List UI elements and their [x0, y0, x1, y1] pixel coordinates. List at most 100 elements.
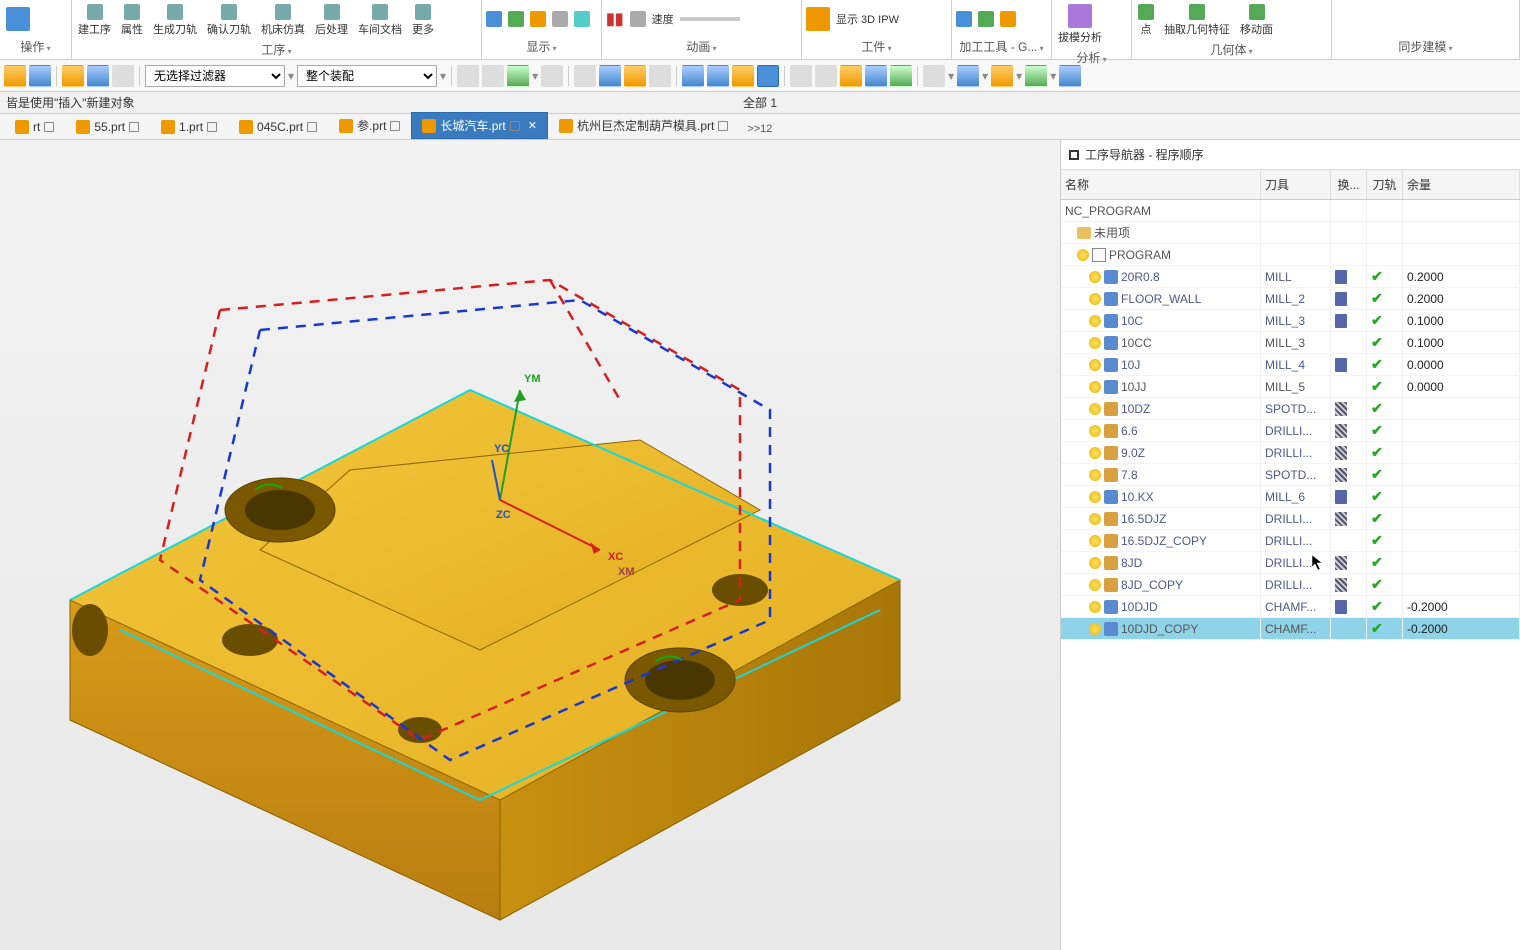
ribbon-group-analysis[interactable]: 分析 [1056, 47, 1127, 68]
file-tab[interactable]: 045C.prt [228, 115, 328, 139]
op-row[interactable]: 10.KXMILL_6✔ [1061, 486, 1520, 508]
display-icon[interactable] [552, 11, 568, 27]
tb-btn[interactable] [682, 65, 704, 87]
op-row[interactable]: 10DZSPOTD...✔ [1061, 398, 1520, 420]
speed-slider[interactable] [680, 17, 740, 21]
tool-name: SPOTD... [1265, 468, 1316, 482]
col-path[interactable]: 刀轨 [1367, 170, 1403, 199]
tb-btn[interactable] [707, 65, 729, 87]
tool-icon[interactable] [978, 11, 994, 27]
anim-icon[interactable] [630, 11, 646, 27]
op-row[interactable]: 16.5DJZDRILLI...✔ [1061, 508, 1520, 530]
tb-btn[interactable] [507, 65, 529, 87]
col-change[interactable]: 换... [1331, 170, 1367, 199]
tb-btn[interactable] [482, 65, 504, 87]
ribbon-group-display[interactable]: 显示 [486, 36, 597, 57]
op-row[interactable]: PROGRAM [1061, 244, 1520, 266]
tb-btn[interactable] [624, 65, 646, 87]
op-row[interactable]: 7.8SPOTD...✔ [1061, 464, 1520, 486]
tb-btn[interactable] [62, 65, 84, 87]
filter-select[interactable]: 无选择过滤器 [145, 65, 285, 87]
op-row[interactable]: 8JDDRILLI...✔ [1061, 552, 1520, 574]
ribbon-item[interactable]: 后处理 [313, 2, 350, 39]
ribbon-item[interactable]: 机床仿真 [259, 2, 307, 39]
tb-btn[interactable] [732, 65, 754, 87]
ribbon-item[interactable]: 确认刀轨 [205, 2, 253, 39]
display-icon[interactable] [508, 11, 524, 27]
display-icon[interactable] [530, 11, 546, 27]
op-row[interactable]: 10JJMILL_5✔0.0000 [1061, 376, 1520, 398]
file-tab[interactable]: rt [4, 115, 65, 139]
ribbon-item[interactable]: 点 [1136, 2, 1156, 39]
ribbon-item[interactable]: 生成刀轨 [151, 2, 199, 39]
display-icon[interactable] [574, 11, 590, 27]
ribbon-item[interactable] [4, 5, 32, 34]
tb-btn[interactable] [599, 65, 621, 87]
file-tab[interactable]: 1.prt [150, 115, 228, 139]
close-icon[interactable]: ✕ [528, 119, 537, 132]
tb-btn[interactable] [541, 65, 563, 87]
ribbon-item[interactable]: 属性 [119, 2, 145, 39]
tb-btn[interactable] [1025, 65, 1047, 87]
show-3d-ipw[interactable]: 显示 3D IPW [836, 11, 899, 27]
tabs-more[interactable]: >>12 [739, 119, 780, 139]
col-remain[interactable]: 余量 [1403, 170, 1520, 199]
op-row[interactable]: 9.0ZDRILLI...✔ [1061, 442, 1520, 464]
tool-icon[interactable] [956, 11, 972, 27]
draft-analysis[interactable]: 拔模分析 [1056, 2, 1104, 47]
col-tool[interactable]: 刀具 [1261, 170, 1331, 199]
ribbon-item[interactable]: 建工序 [76, 2, 113, 39]
tb-btn[interactable] [87, 65, 109, 87]
op-row[interactable]: NC_PROGRAM [1061, 200, 1520, 222]
pause-icon[interactable]: ▮▮ [606, 9, 624, 29]
file-tab[interactable]: 55.prt [65, 115, 150, 139]
ribbon-group-anim[interactable]: 动画 [606, 36, 797, 57]
op-row[interactable]: 10DJDCHAMF...✔-0.2000 [1061, 596, 1520, 618]
display-icon[interactable] [486, 11, 502, 27]
ribbon-group-camtools[interactable]: 加工工具 - G... [956, 36, 1047, 57]
ribbon-group-geom[interactable]: 几何体 [1136, 39, 1327, 60]
tb-btn[interactable] [790, 65, 812, 87]
tb-btn[interactable] [923, 65, 945, 87]
tb-btn[interactable] [957, 65, 979, 87]
tb-btn[interactable] [865, 65, 887, 87]
op-row[interactable]: 8JD_COPYDRILLI...✔ [1061, 574, 1520, 596]
file-tab[interactable]: 杭州巨杰定制葫芦模具.prt [548, 112, 739, 139]
ribbon-item[interactable]: 移动面 [1238, 2, 1275, 39]
tb-btn[interactable] [112, 65, 134, 87]
op-row[interactable]: 16.5DJZ_COPYDRILLI...✔ [1061, 530, 1520, 552]
op-row[interactable]: 20R0.8MILL✔0.2000 [1061, 266, 1520, 288]
tb-btn-active[interactable] [757, 65, 779, 87]
op-row[interactable]: 10CMILL_3✔0.1000 [1061, 310, 1520, 332]
file-tab[interactable]: 长城汽车.prt ✕ [411, 112, 548, 139]
ribbon-group-sync[interactable]: 同步建模 [1336, 36, 1515, 57]
tb-btn[interactable] [457, 65, 479, 87]
grid-body[interactable]: NC_PROGRAM未用项PROGRAM20R0.8MILL✔0.2000FLO… [1061, 200, 1520, 950]
scope-select[interactable]: 整个装配 [297, 65, 437, 87]
ribbon-item[interactable]: 抽取几何特征 [1162, 2, 1232, 39]
tb-btn[interactable] [574, 65, 596, 87]
col-name[interactable]: 名称 [1061, 170, 1261, 199]
tb-btn[interactable] [649, 65, 671, 87]
file-tab[interactable]: 参.prt [328, 112, 411, 139]
op-row[interactable]: FLOOR_WALLMILL_2✔0.2000 [1061, 288, 1520, 310]
ribbon-item[interactable]: 更多 [410, 2, 436, 39]
3d-viewport[interactable]: XC XM YM YC ZC [0, 140, 1060, 950]
tb-btn[interactable] [4, 65, 26, 87]
ribbon-group-process[interactable]: 工序 [76, 39, 477, 60]
tool-icon[interactable] [1000, 11, 1016, 27]
ipw-icon[interactable] [806, 7, 830, 31]
op-row[interactable]: 10CCMILL_3✔0.1000 [1061, 332, 1520, 354]
op-row[interactable]: 10DJD_COPYCHAMF...✔-0.2000 [1061, 618, 1520, 640]
ribbon-item[interactable]: 车间文档 [356, 2, 404, 39]
tb-btn[interactable] [29, 65, 51, 87]
tb-btn[interactable] [815, 65, 837, 87]
op-row[interactable]: 未用项 [1061, 222, 1520, 244]
tb-btn[interactable] [840, 65, 862, 87]
tb-btn[interactable] [890, 65, 912, 87]
tb-btn[interactable] [991, 65, 1013, 87]
op-row[interactable]: 6.6DRILLI...✔ [1061, 420, 1520, 442]
ribbon-group-workpiece[interactable]: 工件 [806, 36, 947, 57]
op-row[interactable]: 10JMILL_4✔0.0000 [1061, 354, 1520, 376]
ribbon-group-ops[interactable]: 操作 [4, 36, 67, 57]
